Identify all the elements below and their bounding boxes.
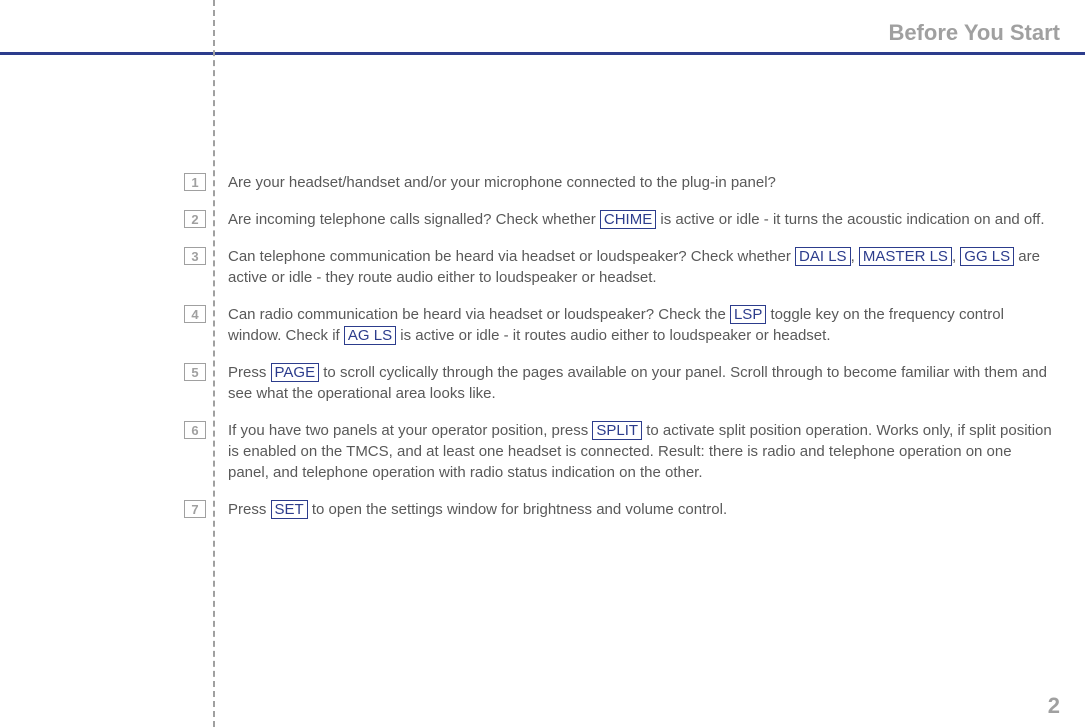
list-item: 5 Press PAGE to scroll cyclically throug… bbox=[184, 362, 1054, 404]
keycap-chime: CHIME bbox=[600, 210, 656, 229]
list-item-text: Are your headset/handset and/or your mic… bbox=[228, 172, 1054, 193]
keycap-set: SET bbox=[271, 500, 308, 519]
text-fragment: , bbox=[851, 248, 859, 265]
list-item: 4 Can radio communication be heard via h… bbox=[184, 304, 1054, 346]
text-fragment: is active or idle - it routes audio eith… bbox=[396, 327, 830, 344]
list-item: 1 Are your headset/handset and/or your m… bbox=[184, 172, 1054, 193]
text-fragment: Press bbox=[228, 364, 271, 381]
page-header-title: Before You Start bbox=[888, 20, 1060, 46]
list-item-text: Press SET to open the settings window fo… bbox=[228, 499, 1054, 520]
list-item-text: Press PAGE to scroll cyclically through … bbox=[228, 362, 1054, 404]
list-item-number: 2 bbox=[184, 210, 206, 228]
page-number: 2 bbox=[1048, 693, 1060, 719]
list-item: 2 Are incoming telephone calls signalled… bbox=[184, 209, 1054, 230]
list-item-number: 7 bbox=[184, 500, 206, 518]
text-fragment: is active or idle - it turns the acousti… bbox=[656, 211, 1044, 228]
list-item-text: Are incoming telephone calls signalled? … bbox=[228, 209, 1054, 230]
text-fragment: Can radio communication be heard via hea… bbox=[228, 306, 730, 323]
text-fragment: to scroll cyclically through the pages a… bbox=[228, 364, 1047, 402]
keycap-master-ls: MASTER LS bbox=[859, 247, 952, 266]
list-item: 3 Can telephone communication be heard v… bbox=[184, 246, 1054, 288]
list-item-number: 5 bbox=[184, 363, 206, 381]
list-item-number: 1 bbox=[184, 173, 206, 191]
list-item-text: If you have two panels at your operator … bbox=[228, 420, 1054, 483]
keycap-split: SPLIT bbox=[592, 421, 642, 440]
keycap-lsp: LSP bbox=[730, 305, 766, 324]
list-item: 6 If you have two panels at your operato… bbox=[184, 420, 1054, 483]
content-list: 1 Are your headset/handset and/or your m… bbox=[184, 172, 1054, 536]
list-item-text: Can radio communication be heard via hea… bbox=[228, 304, 1054, 346]
list-item-text: Can telephone communication be heard via… bbox=[228, 246, 1054, 288]
text-fragment: Are incoming telephone calls signalled? … bbox=[228, 211, 600, 228]
list-item-number: 3 bbox=[184, 247, 206, 265]
text-fragment: Can telephone communication be heard via… bbox=[228, 248, 795, 265]
list-item: 7 Press SET to open the settings window … bbox=[184, 499, 1054, 520]
text-fragment: Press bbox=[228, 501, 271, 518]
text-fragment: If you have two panels at your operator … bbox=[228, 422, 592, 439]
keycap-dai-ls: DAI LS bbox=[795, 247, 851, 266]
keycap-gg-ls: GG LS bbox=[960, 247, 1014, 266]
text-fragment: Are your headset/handset and/or your mic… bbox=[228, 174, 776, 191]
text-fragment: to open the settings window for brightne… bbox=[308, 501, 727, 518]
keycap-ag-ls: AG LS bbox=[344, 326, 396, 345]
list-item-number: 6 bbox=[184, 421, 206, 439]
header-rule bbox=[0, 52, 1085, 55]
list-item-number: 4 bbox=[184, 305, 206, 323]
keycap-page: PAGE bbox=[271, 363, 320, 382]
